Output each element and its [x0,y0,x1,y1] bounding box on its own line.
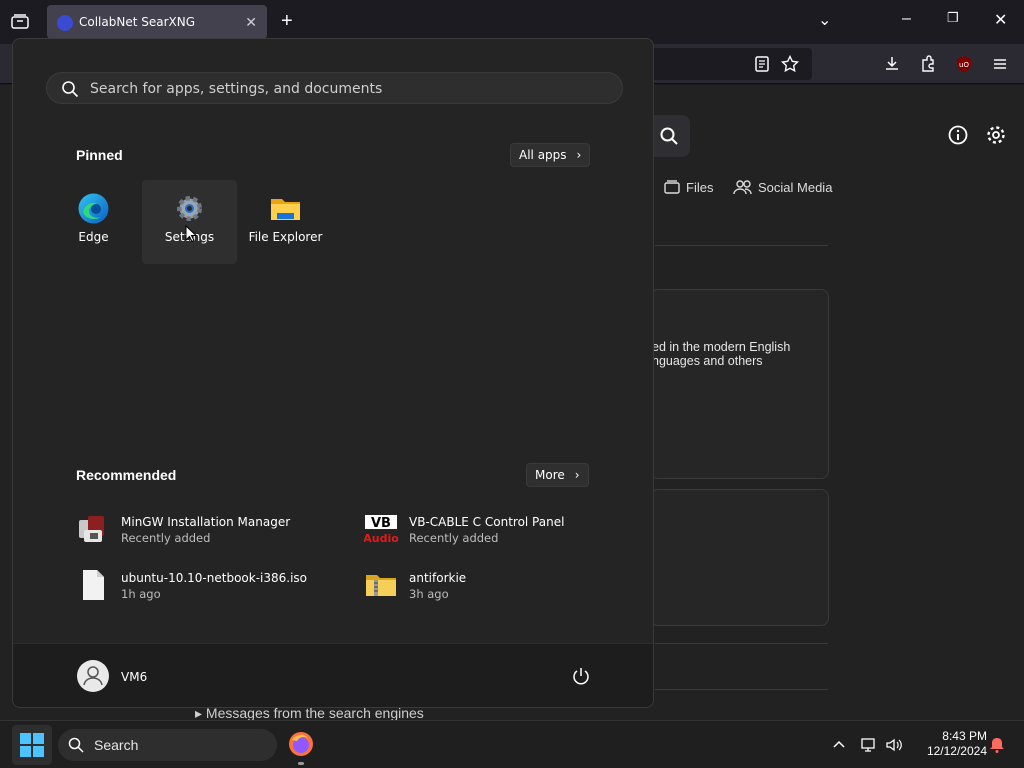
windows-logo-icon [20,733,44,757]
recommended-item[interactable]: ubuntu-10.10-netbook-i386.iso 1h ago [76,566,326,606]
user-name[interactable]: VM6 [121,670,147,684]
category-files[interactable]: Files [663,179,713,195]
clock-time: 8:43 PM [942,729,987,743]
category-files-label: Files [686,179,714,195]
file-explorer-icon [271,199,300,220]
tab-list-icon[interactable] [8,10,32,34]
close-window-icon[interactable]: ✕ [994,10,1007,30]
recommended-item-sub: 1h ago [121,587,161,601]
downloads-icon[interactable] [882,54,902,74]
taskbar-search[interactable]: Search [58,729,277,761]
start-button[interactable] [12,725,52,765]
pinned-app-edge-label: Edge [78,230,109,244]
chevron-right-icon: › [576,148,582,162]
start-search-placeholder: Search for apps, settings, and documents [90,81,383,97]
user-avatar[interactable] [77,660,109,692]
pinned-app-settings[interactable]: Settings [142,180,237,264]
tab-close-icon[interactable]: ✕ [245,14,257,31]
list-all-tabs-icon[interactable]: ⌄ [818,10,831,30]
recommended-item[interactable]: VB Audio VB-CABLE C Control Panel Recent… [364,510,614,550]
settings-gear-icon [177,196,202,221]
vb-audio-icon: VB Audio [364,515,398,545]
recommended-item-sub: Recently added [409,531,499,545]
clock-date: 12/12/2024 [926,744,987,758]
start-search-input[interactable]: Search for apps, settings, and documents [46,72,623,104]
preferences-gear-icon[interactable] [985,124,1007,146]
divider [655,689,828,690]
result-card [650,489,829,626]
restore-icon[interactable]: ❐ [947,10,959,26]
bookmark-star-icon[interactable] [780,54,800,74]
network-icon[interactable] [860,736,878,754]
recommended-item-name: VB-CABLE C Control Panel [409,515,565,529]
search-icon [660,127,678,145]
recommended-item-name: antiforkie [409,571,467,585]
firefox-icon[interactable] [288,731,314,757]
browser-tab[interactable]: CollabNet SearXNG ✕ [47,5,267,39]
zip-folder-icon [366,575,396,596]
pinned-app-file-explorer[interactable]: File Explorer [238,180,333,264]
svg-text:Audio: Audio [364,532,398,545]
minimize-icon[interactable]: – [902,10,911,28]
svg-text:uO: uO [959,61,969,69]
divider [655,245,828,246]
system-clock[interactable]: 8:43 PM 12/12/2024 [913,729,987,759]
reader-view-icon[interactable] [752,54,772,74]
new-tab-button[interactable]: + [281,10,293,33]
mingw-icon [79,516,104,542]
searxng-favicon-icon [57,15,73,31]
taskbar: Search 8:43 PM 12/12/2024 [0,720,1024,768]
result-card-line1: ed in the modern English [652,340,791,354]
search-submit-button[interactable] [648,115,690,157]
result-card-text: ed in the modern English nguages and oth… [652,340,790,368]
all-apps-button[interactable]: All apps › [510,143,591,167]
recommended-item-sub: Recently added [121,531,211,545]
social-media-icon [733,180,752,195]
pinned-app-file-explorer-label: File Explorer [248,230,323,244]
mouse-cursor-icon [185,225,197,243]
start-menu: Search for apps, settings, and documents… [12,38,654,708]
ublock-origin-icon[interactable]: uO [954,54,974,74]
start-menu-footer: VM6 [13,643,653,707]
search-icon [62,81,79,98]
search-icon [68,737,84,753]
chevron-right-icon: › [574,468,580,482]
pinned-title: Pinned [76,147,123,163]
tab-title: CollabNet SearXNG [79,15,196,29]
category-social-media-label: Social Media [758,179,833,195]
app-menu-icon[interactable] [990,54,1010,74]
recommended-item-name: ubuntu-10.10-netbook-i386.iso [121,571,308,585]
user-icon [83,666,103,686]
chevron-up-icon[interactable] [830,736,848,754]
files-icon [664,180,680,194]
recommended-item[interactable]: MinGW Installation Manager Recently adde… [76,510,326,550]
recommended-item[interactable]: antiforkie 3h ago [364,566,614,606]
notification-bell-icon[interactable] [988,736,1006,754]
file-icon [83,570,104,600]
recommended-item-name: MinGW Installation Manager [121,515,291,529]
svg-text:VB: VB [371,516,391,531]
recommended-title: Recommended [76,467,177,483]
result-card [650,289,829,479]
taskbar-search-label: Search [94,737,139,753]
recommended-item-sub: 3h ago [409,587,449,601]
all-apps-label: All apps [519,148,567,162]
volume-icon[interactable] [885,736,903,754]
pinned-app-edge[interactable]: Edge [46,180,141,264]
edge-icon [78,193,109,224]
category-social-media[interactable]: Social Media [733,179,832,195]
power-icon[interactable] [571,666,591,686]
info-icon[interactable] [947,124,969,146]
running-indicator [298,762,304,765]
more-button[interactable]: More › [526,463,589,487]
result-card-line2: nguages and others [652,354,763,368]
extensions-icon[interactable] [918,54,938,74]
more-label: More [535,468,565,482]
divider [655,643,828,644]
